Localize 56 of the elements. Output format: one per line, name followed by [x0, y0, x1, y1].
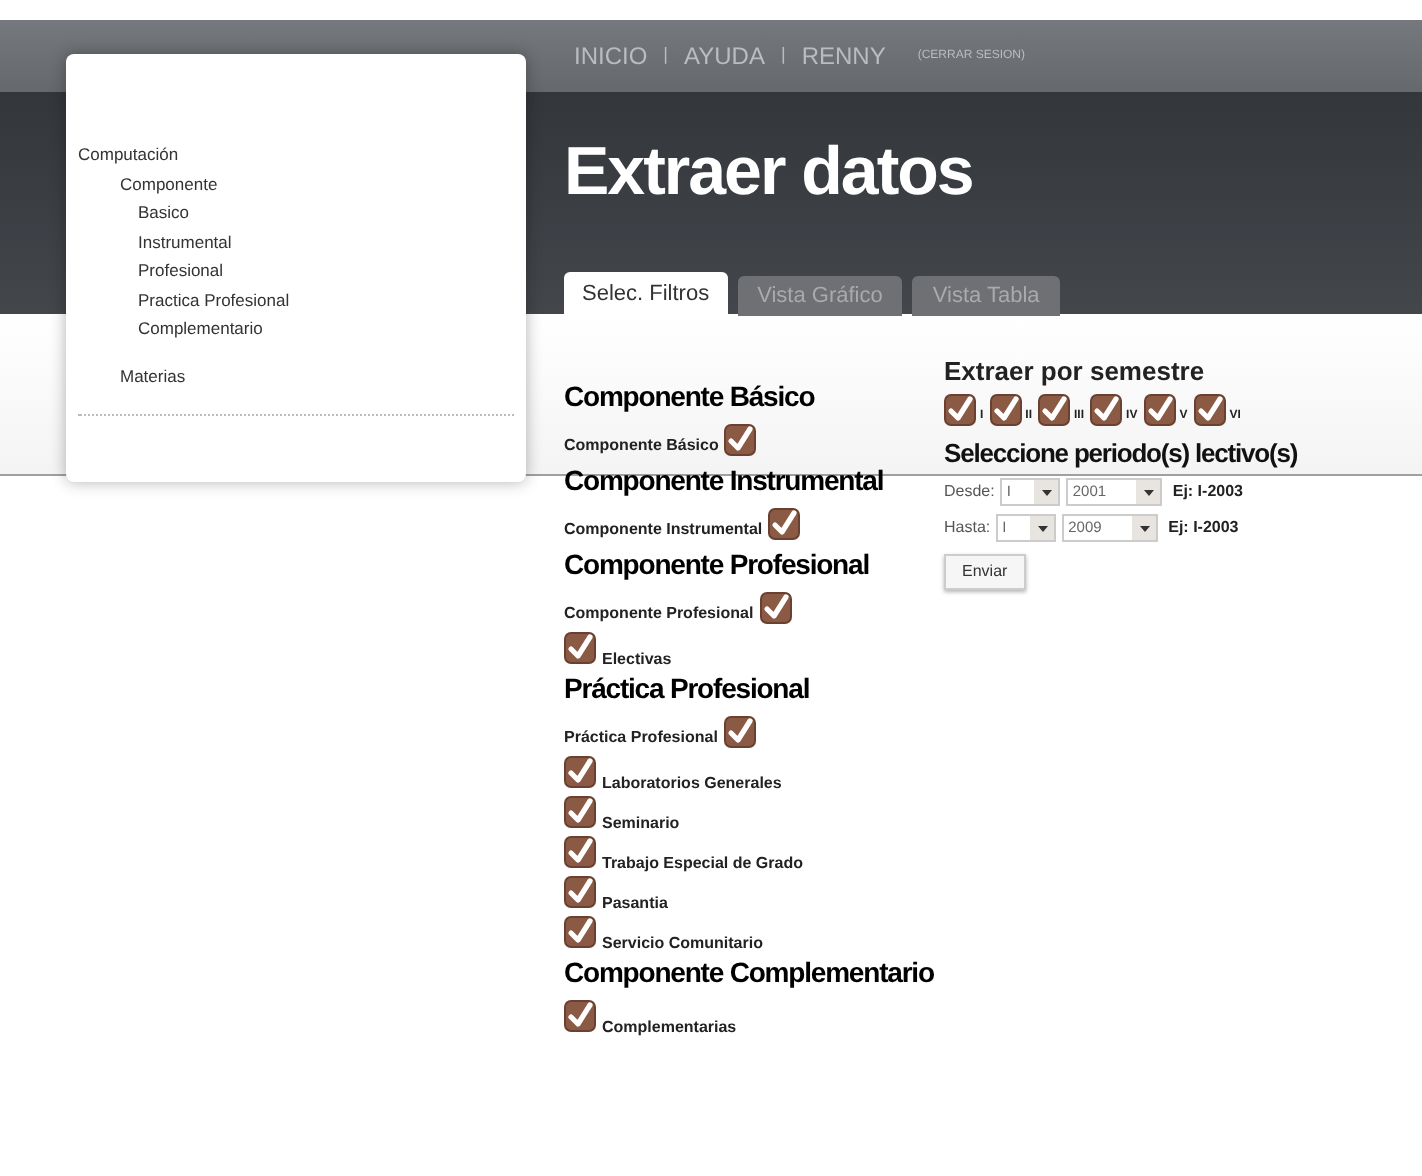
section-heading: Práctica Profesional: [564, 670, 812, 708]
checkbox-label: Servicio Comunitario: [602, 934, 763, 954]
checkbox-label: Componente Profesional: [564, 604, 754, 624]
sidebar-item[interactable]: Complementario: [78, 314, 514, 343]
sidebar-item[interactable]: Practica Profesional: [78, 285, 514, 314]
checkbox[interactable]: [564, 916, 596, 948]
checkbox[interactable]: [723, 716, 756, 748]
sidebar-item[interactable]: Profesional: [78, 256, 514, 285]
sidebar-item[interactable]: Basico: [78, 198, 514, 227]
example-text: Ej: I-2003: [1172, 480, 1243, 504]
checkbox-label: Complementarias: [602, 1018, 737, 1038]
checkbox-label: Pasantia: [602, 894, 668, 914]
caret-icon: [1136, 480, 1161, 504]
checkbox-label: Práctica Profesional: [564, 728, 718, 748]
field-label: Desde:: [944, 480, 995, 504]
checkbox[interactable]: [1090, 394, 1123, 426]
section-heading: Extraer por semestre: [944, 356, 1207, 388]
field-label: Hasta:: [944, 516, 991, 540]
checkbox[interactable]: [1193, 394, 1226, 426]
checkbox[interactable]: [724, 424, 757, 456]
checkbox-label: Seminario: [602, 814, 680, 834]
checkbox[interactable]: [1143, 394, 1176, 426]
submit-button[interactable]: Enviar: [944, 554, 1026, 590]
checkbox[interactable]: [564, 1000, 596, 1032]
tab[interactable]: Selec. Filtros: [564, 272, 728, 316]
checkbox-label: Componente Instrumental: [564, 520, 763, 540]
sidebar-item[interactable]: Materias: [78, 361, 514, 390]
checkbox[interactable]: [564, 796, 596, 828]
checkbox-label: Componente Básico: [564, 436, 719, 456]
checkbox[interactable]: [768, 508, 801, 540]
caret-icon: [1030, 516, 1055, 540]
sidebar-item[interactable]: Computación: [78, 140, 514, 169]
section-heading: Componente Complementario: [564, 954, 936, 992]
sidebar-item[interactable]: Componente: [78, 169, 514, 198]
checkbox-label: Laboratorios Generales: [602, 774, 782, 794]
checkbox[interactable]: [564, 836, 596, 868]
section-heading: Componente Básico: [564, 378, 817, 416]
section-heading: Componente Instrumental: [564, 462, 886, 500]
checkbox[interactable]: [564, 756, 596, 788]
page-title: Extraer datos: [564, 132, 975, 212]
checkbox[interactable]: [759, 592, 792, 624]
checkbox[interactable]: [944, 394, 976, 426]
separator: |: [663, 42, 669, 69]
section-heading: Componente Profesional: [564, 546, 871, 584]
checkbox[interactable]: [1038, 394, 1071, 426]
example-text: Ej: I-2003: [1168, 516, 1239, 540]
sidebar-item[interactable]: Instrumental: [78, 227, 514, 256]
checkbox[interactable]: [564, 876, 596, 908]
separator: |: [780, 42, 786, 69]
section-heading: Seleccione periodo(s) lectivo(s): [944, 438, 1298, 470]
checkbox[interactable]: [989, 394, 1022, 426]
caret-icon: [1132, 516, 1157, 540]
checkbox-label: Electivas: [602, 650, 672, 670]
caret-icon: [1034, 480, 1059, 504]
checkbox-label: Trabajo Especial de Grado: [602, 854, 803, 874]
checkbox[interactable]: [564, 632, 596, 664]
